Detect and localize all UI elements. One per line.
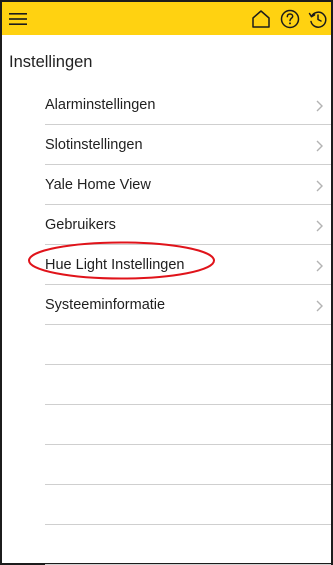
help-button[interactable]	[276, 5, 304, 33]
chevron-right-icon	[316, 180, 323, 192]
settings-item-alarminstellingen[interactable]: Alarminstellingen	[45, 85, 331, 125]
empty-list-row	[45, 485, 331, 525]
top-bar	[0, 0, 333, 35]
history-button[interactable]	[304, 5, 332, 33]
settings-item-hue-light-instellingen[interactable]: Hue Light Instellingen	[45, 245, 331, 285]
settings-item-yale-home-view[interactable]: Yale Home View	[45, 165, 331, 205]
chevron-right-icon	[316, 100, 323, 112]
help-circle-icon	[280, 9, 300, 29]
settings-list: Alarminstellingen Slotinstellingen Yale …	[0, 85, 333, 565]
settings-item-label: Alarminstellingen	[45, 97, 156, 113]
chevron-right-icon	[316, 260, 323, 272]
chevron-right-icon	[316, 140, 323, 152]
settings-item-label: Slotinstellingen	[45, 137, 143, 153]
settings-item-gebruikers[interactable]: Gebruikers	[45, 205, 331, 245]
settings-item-label: Systeeminformatie	[45, 297, 166, 313]
chevron-right-icon	[316, 300, 323, 312]
chevron-right-icon	[316, 220, 323, 232]
hamburger-menu-icon	[9, 13, 27, 25]
settings-item-slotinstellingen[interactable]: Slotinstellingen	[45, 125, 331, 165]
home-button[interactable]	[247, 5, 275, 33]
settings-item-label: Hue Light Instellingen	[45, 257, 185, 273]
menu-button[interactable]	[4, 5, 32, 33]
empty-list-row	[45, 525, 331, 565]
settings-item-systeeminformatie[interactable]: Systeeminformatie	[45, 285, 331, 325]
page-title: Instellingen	[9, 53, 93, 71]
home-icon	[252, 10, 270, 28]
settings-item-label: Yale Home View	[45, 177, 151, 193]
empty-list-row	[45, 405, 331, 445]
empty-list-row	[45, 325, 331, 365]
history-icon	[308, 11, 327, 28]
empty-list-row	[45, 365, 331, 405]
empty-list-row	[45, 445, 331, 485]
settings-item-label: Gebruikers	[45, 217, 116, 233]
